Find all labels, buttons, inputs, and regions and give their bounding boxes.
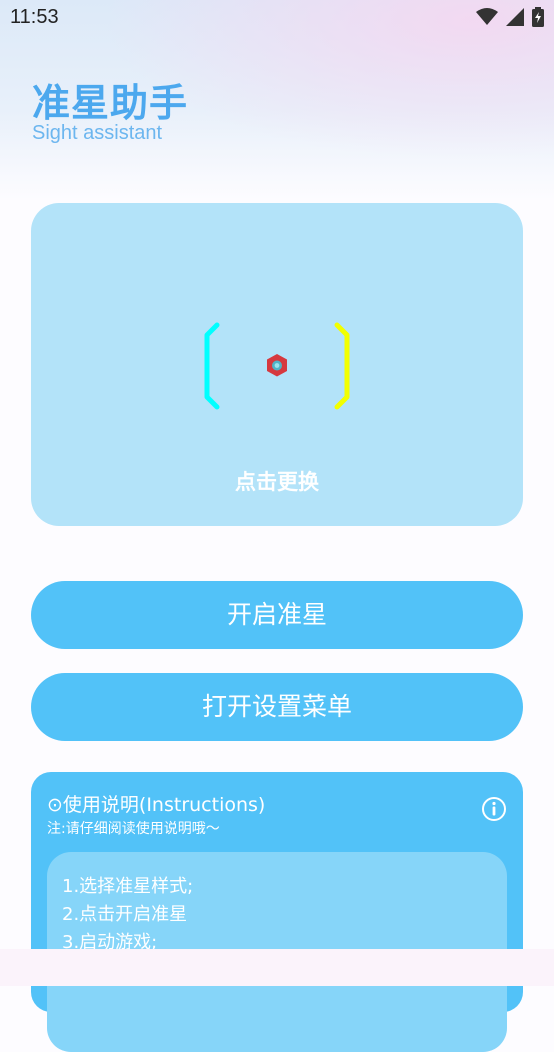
change-crosshair-hint: 点击更换 xyxy=(235,470,319,494)
status-time: 11:53 xyxy=(10,6,59,28)
left-bracket xyxy=(204,322,220,410)
instruction-step: 2.点击开启准星 xyxy=(62,904,188,925)
status-bar: 11:53 xyxy=(0,0,554,38)
open-settings-button[interactable]: 打开设置菜单 xyxy=(31,673,523,741)
enable-sight-button[interactable]: 开启准星 xyxy=(31,581,523,649)
crosshair-preview-icon xyxy=(204,322,350,410)
battery-icon xyxy=(532,7,544,27)
page-title: 准星助手 xyxy=(32,81,189,125)
bottom-navigation-bar xyxy=(0,949,554,986)
instructions-note: 注:请仔细阅读使用说明哦～ xyxy=(47,821,220,837)
page-subtitle: Sight assistant xyxy=(32,122,163,144)
instruction-step: 1.选择准星样式; xyxy=(62,876,194,897)
wifi-icon xyxy=(476,8,498,25)
crosshair-preview-card[interactable]: 点击更换 xyxy=(31,203,523,526)
signal-icon xyxy=(506,8,524,26)
right-bracket xyxy=(334,322,350,410)
info-icon[interactable] xyxy=(481,796,507,822)
instructions-title: ⊙使用说明(Instructions) xyxy=(47,794,266,816)
